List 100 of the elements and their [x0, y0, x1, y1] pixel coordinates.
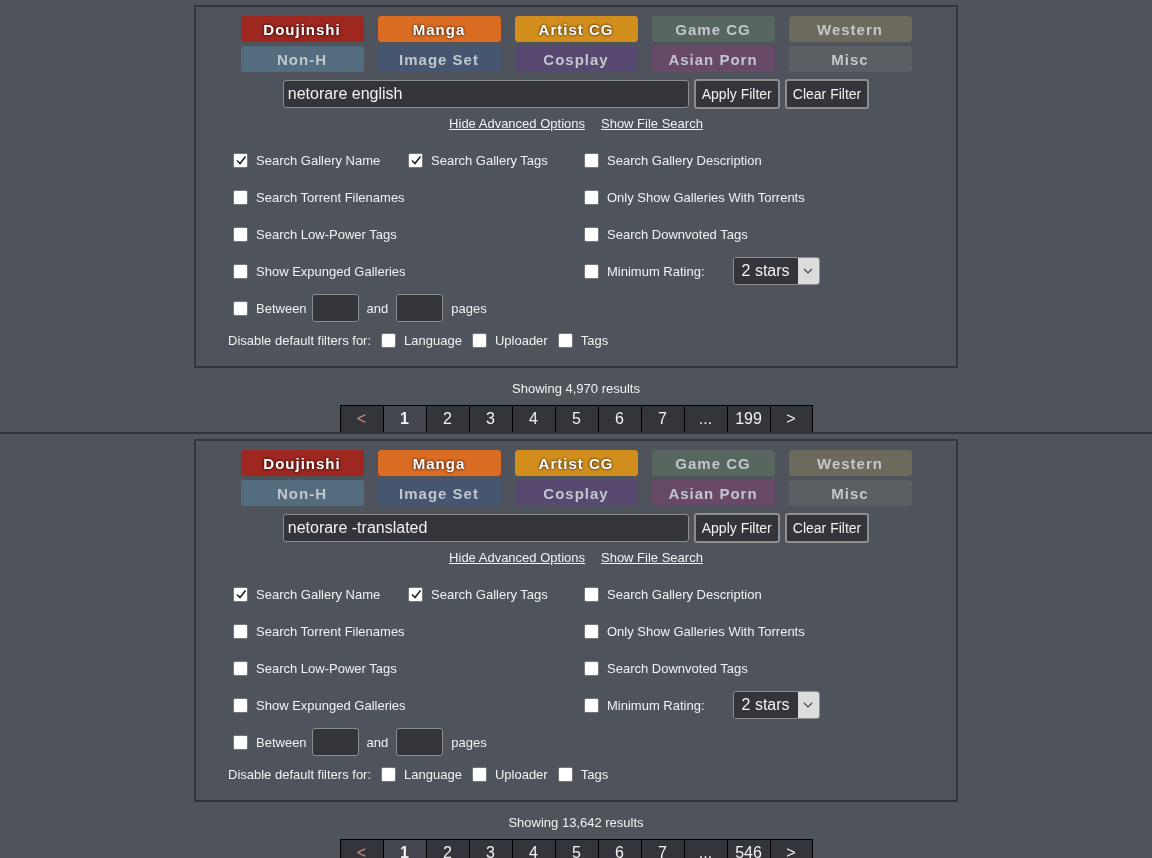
search-field[interactable]: netorare -translated — [282, 514, 689, 542]
page-link[interactable]: > — [769, 405, 813, 432]
page-link[interactable]: 2 — [425, 405, 469, 432]
checkbox[interactable] — [233, 189, 248, 205]
page-link[interactable]: 1 — [382, 405, 426, 432]
checkbox[interactable] — [233, 226, 248, 242]
option-label: Search Gallery Description — [607, 586, 762, 602]
rating-dropdown[interactable]: 2 stars — [732, 257, 820, 285]
page-link[interactable]: 199 — [726, 405, 770, 432]
page-link[interactable]: 5 — [554, 405, 598, 432]
checkbox[interactable] — [584, 152, 599, 168]
category-toggle[interactable]: Game CG — [651, 16, 775, 42]
page-link[interactable]: 3 — [468, 839, 512, 858]
checkbox[interactable] — [584, 623, 599, 639]
page-link[interactable]: 5 — [554, 839, 598, 858]
option-label: Search Gallery Tags — [431, 586, 548, 602]
category-toggle[interactable]: Asian Porn — [651, 46, 775, 72]
option-label: Between — [256, 734, 307, 750]
option-label: pages — [451, 734, 487, 750]
option-label: and — [366, 300, 389, 316]
page-link[interactable]: 7 — [640, 405, 684, 432]
checkbox[interactable] — [471, 333, 487, 348]
option-label: Search Downvoted Tags — [607, 660, 748, 676]
page-link[interactable]: > — [769, 839, 813, 858]
page-link[interactable]: 2 — [425, 839, 469, 858]
checkbox[interactable] — [557, 333, 573, 348]
option-link[interactable]: Show File Search — [601, 116, 703, 131]
option-label: Search Gallery Name — [256, 152, 381, 168]
checkbox[interactable] — [233, 623, 248, 639]
checkbox[interactable] — [233, 697, 248, 713]
option-label: pages — [451, 300, 487, 316]
filter-button[interactable]: Apply Filter — [693, 79, 780, 109]
option-link[interactable]: Show File Search — [601, 550, 703, 565]
option-label: Search Low-Power Tags — [256, 226, 397, 242]
option-label: Only Show Galleries With Torrents — [607, 189, 805, 205]
checkbox[interactable] — [233, 660, 248, 676]
page-link[interactable]: 3 — [468, 405, 512, 432]
filters-label: Disable default filters for: — [228, 767, 372, 782]
page-count-field[interactable] — [311, 728, 359, 756]
option-label: Language — [404, 767, 462, 782]
category-toggle[interactable]: Image Set — [377, 46, 501, 72]
results-count: Showing 13,642 results — [507, 815, 645, 831]
filters-label: Disable default filters for: — [228, 333, 372, 348]
category-toggle[interactable]: Doujinshi — [240, 16, 364, 42]
category-toggle[interactable]: Doujinshi — [240, 450, 364, 476]
page-link[interactable]: ... — [683, 405, 727, 432]
category-toggle[interactable]: Cosplay — [514, 46, 638, 72]
checkbox[interactable] — [584, 660, 599, 676]
option-label: Tags — [580, 333, 609, 348]
option-label: Show Expunged Galleries — [256, 263, 406, 279]
category-toggle[interactable]: Cosplay — [514, 480, 638, 506]
checkbox[interactable] — [381, 333, 397, 348]
filter-button[interactable]: Clear Filter — [784, 513, 870, 543]
category-toggle[interactable]: Misc — [788, 480, 912, 506]
checkbox[interactable] — [233, 152, 248, 168]
option-label: Minimum Rating: — [607, 263, 705, 279]
rating-dropdown[interactable]: 2 stars — [732, 691, 820, 719]
checkbox[interactable] — [584, 263, 599, 279]
option-link[interactable]: Hide Advanced Options — [449, 550, 585, 565]
page-link[interactable]: 546 — [726, 839, 770, 858]
page-count-field[interactable] — [396, 728, 444, 756]
page-count-field[interactable] — [396, 294, 444, 322]
checkbox[interactable] — [584, 226, 599, 242]
option-label: Search Gallery Name — [256, 586, 381, 602]
page-count-field[interactable] — [311, 294, 359, 322]
page-link[interactable]: 7 — [640, 839, 684, 858]
option-link[interactable]: Hide Advanced Options — [449, 116, 585, 131]
option-label: Uploader — [494, 333, 548, 348]
category-toggle[interactable]: Asian Porn — [651, 480, 775, 506]
checkbox[interactable] — [408, 152, 423, 168]
filter-button[interactable]: Apply Filter — [693, 513, 780, 543]
category-toggle[interactable]: Misc — [788, 46, 912, 72]
page-link[interactable]: ... — [683, 839, 727, 858]
page-link[interactable]: 1 — [382, 839, 426, 858]
checkbox[interactable] — [584, 189, 599, 205]
checkbox[interactable] — [233, 300, 248, 316]
search-field[interactable]: netorare english — [282, 80, 689, 108]
option-label: Show Expunged Galleries — [256, 697, 406, 713]
checkbox[interactable] — [557, 767, 573, 782]
category-toggle[interactable]: Image Set — [377, 480, 501, 506]
option-label: Uploader — [494, 767, 548, 782]
page-link[interactable]: 6 — [597, 405, 641, 432]
checkbox[interactable] — [471, 767, 487, 782]
chevron-down-icon — [803, 702, 814, 708]
option-label: Search Torrent Filenames — [256, 189, 405, 205]
option-label: Search Gallery Description — [607, 152, 762, 168]
page-link[interactable]: 4 — [511, 839, 555, 858]
category-toggle[interactable]: Game CG — [651, 450, 775, 476]
page-link[interactable]: 6 — [597, 839, 641, 858]
checkbox[interactable] — [233, 263, 248, 279]
checkbox[interactable] — [233, 734, 248, 750]
checkbox[interactable] — [584, 697, 599, 713]
option-label: Search Low-Power Tags — [256, 660, 397, 676]
filter-button[interactable]: Clear Filter — [784, 79, 870, 109]
checkbox[interactable] — [408, 586, 423, 602]
page-link[interactable]: 4 — [511, 405, 555, 432]
checkbox[interactable] — [381, 767, 397, 782]
checkbox[interactable] — [233, 586, 248, 602]
option-label: and — [366, 734, 389, 750]
checkbox[interactable] — [584, 586, 599, 602]
